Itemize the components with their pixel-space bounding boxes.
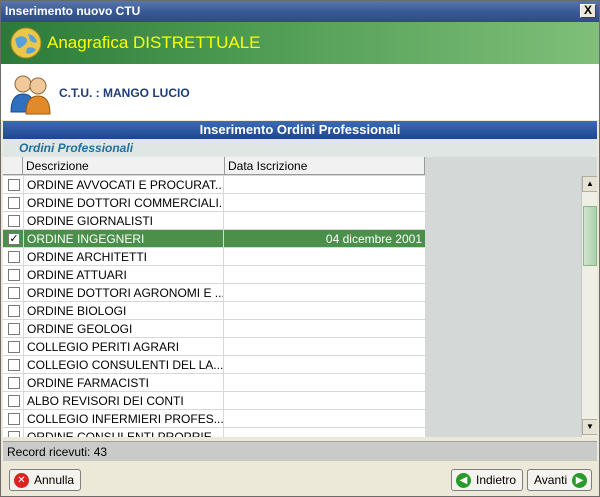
ctu-info: C.T.U. : MANGO LUCIO	[1, 64, 599, 120]
indietro-label: Indietro	[476, 473, 517, 487]
table-row[interactable]: ORDINE BIOLOGI	[3, 302, 425, 320]
forward-arrow-icon: ▶	[572, 473, 588, 488]
row-data-iscrizione	[225, 248, 425, 266]
row-data-iscrizione	[225, 356, 425, 374]
row-data-iscrizione	[225, 320, 425, 338]
row-descrizione: ORDINE INGEGNERI	[23, 230, 224, 248]
ctu-name-label: C.T.U. : MANGO LUCIO	[59, 86, 190, 100]
row-data-iscrizione	[225, 428, 425, 437]
row-data-iscrizione	[225, 338, 425, 356]
row-descrizione: COLLEGIO PERITI AGRARI	[23, 338, 224, 356]
row-checkbox[interactable]	[8, 323, 20, 335]
globe-icon	[10, 27, 42, 59]
scroll-thumb[interactable]	[583, 206, 597, 266]
users-icon	[5, 68, 55, 118]
row-data-iscrizione	[225, 266, 425, 284]
avanti-button[interactable]: Avanti ▶	[527, 469, 593, 491]
dialog-window: Inserimento nuovo CTU X Anagrafica DISTR…	[0, 0, 600, 497]
section-title: Inserimento Ordini Professionali	[3, 121, 597, 139]
back-arrow-icon: ◀	[456, 473, 471, 488]
table-row[interactable]: ORDINE ATTUARI	[3, 266, 425, 284]
row-descrizione: ORDINE DOTTORI COMMERCIALI...	[23, 194, 224, 212]
header-descrizione[interactable]: Descrizione	[23, 157, 225, 175]
row-checkbox[interactable]	[8, 269, 20, 281]
table-row[interactable]: ✓ ORDINE INGEGNERI 04 dicembre 2001	[3, 230, 425, 248]
table-row[interactable]: ORDINE CONSULENTI PROPRIE...	[3, 428, 425, 437]
row-checkbox[interactable]	[8, 359, 20, 371]
table-row[interactable]: ORDINE DOTTORI COMMERCIALI...	[3, 194, 425, 212]
row-descrizione: ORDINE GEOLOGI	[23, 320, 224, 338]
scroll-up-icon[interactable]: ▲	[582, 176, 597, 192]
title-bar: Inserimento nuovo CTU X	[1, 1, 599, 22]
table-row[interactable]: ORDINE DOTTORI AGRONOMI E ...	[3, 284, 425, 302]
table-row[interactable]: ORDINE GEOLOGI	[3, 320, 425, 338]
row-descrizione: ORDINE ARCHITETTI	[23, 248, 224, 266]
row-descrizione: ORDINE ATTUARI	[23, 266, 224, 284]
vertical-scrollbar[interactable]: ▲ ▼	[581, 176, 597, 437]
row-checkbox[interactable]: ✓	[8, 233, 20, 245]
table-row[interactable]: COLLEGIO INFERMIERI PROFES...	[3, 410, 425, 428]
row-descrizione: COLLEGIO INFERMIERI PROFES...	[23, 410, 224, 428]
row-data-iscrizione	[225, 176, 425, 194]
table-row[interactable]: COLLEGIO CONSULENTI DEL LA...	[3, 356, 425, 374]
row-descrizione: ORDINE CONSULENTI PROPRIE...	[23, 428, 224, 437]
row-checkbox[interactable]	[8, 197, 20, 209]
status-bar: Record ricevuti: 43	[3, 441, 597, 461]
row-checkbox[interactable]	[8, 179, 20, 191]
table-row[interactable]: ORDINE ARCHITETTI	[3, 248, 425, 266]
row-descrizione: ORDINE DOTTORI AGRONOMI E ...	[23, 284, 224, 302]
avanti-label: Avanti	[534, 473, 568, 487]
window-title: Inserimento nuovo CTU	[5, 4, 141, 18]
row-checkbox[interactable]	[8, 215, 20, 227]
section-subtitle: Ordini Professionali	[3, 139, 597, 157]
table-row[interactable]: ORDINE GIORNALISTI	[3, 212, 425, 230]
table-row[interactable]: COLLEGIO PERITI AGRARI	[3, 338, 425, 356]
row-data-iscrizione	[225, 212, 425, 230]
header-data-iscrizione[interactable]: Data Iscrizione	[225, 157, 425, 175]
ordini-grid: Descrizione Data Iscrizione ORDINE AVVOC…	[3, 157, 597, 437]
table-row[interactable]: ORDINE FARMACISTI	[3, 374, 425, 392]
annulla-button[interactable]: ✕ Annulla	[9, 469, 82, 491]
row-descrizione: ORDINE AVVOCATI E PROCURAT...	[23, 176, 224, 194]
row-data-iscrizione	[225, 392, 425, 410]
annulla-label: Annulla	[34, 473, 75, 487]
row-descrizione: ORDINE BIOLOGI	[23, 302, 224, 320]
row-descrizione: ORDINE GIORNALISTI	[23, 212, 224, 230]
row-data-iscrizione	[225, 410, 425, 428]
row-checkbox[interactable]	[8, 251, 20, 263]
grid-rows: ORDINE AVVOCATI E PROCURAT... ORDINE DOTT…	[3, 176, 425, 437]
close-button[interactable]: X	[580, 4, 596, 18]
row-data-iscrizione: 04 dicembre 2001	[325, 232, 422, 246]
row-checkbox[interactable]	[8, 395, 20, 407]
row-data-iscrizione	[225, 194, 425, 212]
row-checkbox[interactable]	[8, 413, 20, 425]
row-data-iscrizione	[225, 374, 425, 392]
row-descrizione: ALBO REVISORI DEI CONTI	[23, 392, 224, 410]
row-checkbox[interactable]	[8, 287, 20, 299]
banner-title: Anagrafica DISTRETTUALE	[47, 33, 261, 52]
row-descrizione: COLLEGIO CONSULENTI DEL LA...	[23, 356, 224, 374]
row-checkbox[interactable]	[8, 431, 20, 437]
row-data-iscrizione	[225, 302, 425, 320]
banner: Anagrafica DISTRETTUALE	[1, 22, 599, 64]
cancel-icon: ✕	[14, 473, 29, 488]
scroll-down-icon[interactable]: ▼	[582, 419, 597, 435]
row-checkbox[interactable]	[8, 341, 20, 353]
grid-header: Descrizione Data Iscrizione	[3, 157, 425, 175]
row-checkbox[interactable]	[8, 305, 20, 317]
table-row[interactable]: ORDINE AVVOCATI E PROCURAT...	[3, 176, 425, 194]
row-data-iscrizione	[225, 284, 425, 302]
row-checkbox[interactable]	[8, 377, 20, 389]
indietro-button[interactable]: ◀ Indietro	[451, 469, 524, 491]
header-checkbox-column	[3, 157, 23, 175]
row-descrizione: ORDINE FARMACISTI	[23, 374, 224, 392]
table-row[interactable]: ALBO REVISORI DEI CONTI	[3, 392, 425, 410]
